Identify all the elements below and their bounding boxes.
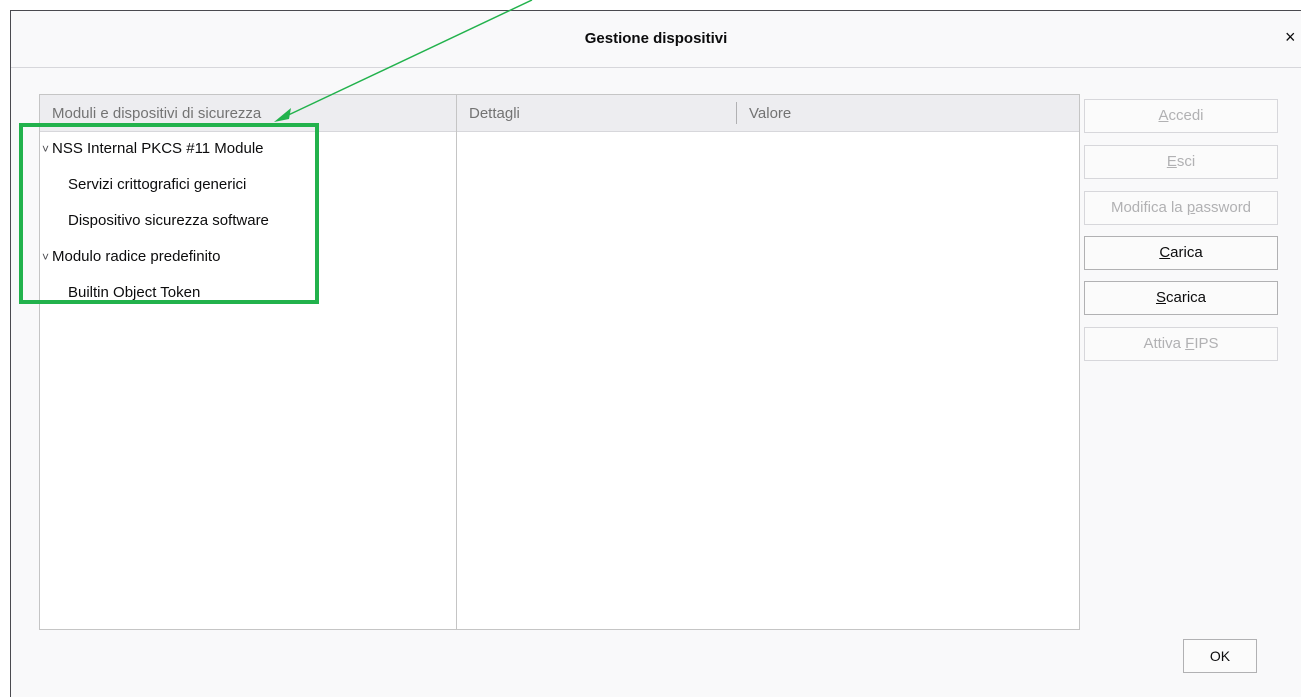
value-header-label: Valore (749, 105, 792, 122)
tree-item-builtin-object-token[interactable]: Builtin Object Token (40, 275, 456, 311)
login-button[interactable]: Accedi (1084, 99, 1278, 133)
dialog-titlebar: Gestione dispositivi × (11, 11, 1301, 68)
details-panel[interactable]: Dettagli Valore (456, 94, 1080, 630)
device-manager-dialog: Gestione dispositivi × Moduli e disposit… (10, 10, 1301, 697)
enable-fips-button[interactable]: Attiva FIPS (1084, 327, 1278, 361)
logout-button[interactable]: Esci (1084, 145, 1278, 179)
modules-tree: ˅ NSS Internal PKCS #11 Module Servizi cr… (40, 131, 456, 311)
modules-header-label: Moduli e dispositivi di sicurezza (52, 105, 262, 122)
details-column-header[interactable]: Dettagli Valore (457, 95, 1079, 132)
tree-item-label: Servizi crittografici generici (68, 176, 247, 193)
tree-item-label: Dispositivo sicurezza software (68, 212, 269, 229)
load-button[interactable]: Carica (1084, 236, 1278, 270)
modules-column-header[interactable]: Moduli e dispositivi di sicurezza (40, 95, 456, 132)
change-password-button[interactable]: Modifica la password (1084, 191, 1278, 225)
chevron-down-icon[interactable]: ˅ (42, 131, 52, 167)
unload-button[interactable]: Scarica (1084, 281, 1278, 315)
modules-tree-panel[interactable]: Moduli e dispositivi di sicurezza ˅ NSS I… (39, 94, 457, 630)
tree-item-builtin-roots-module[interactable]: ˅ Modulo radice predefinito (40, 239, 456, 275)
details-header-label: Dettagli (469, 105, 520, 122)
dialog-title: Gestione dispositivi (584, 30, 728, 47)
column-separator[interactable] (736, 102, 737, 124)
ok-button[interactable]: OK (1183, 639, 1257, 673)
tree-item-label: Modulo radice predefinito (52, 248, 221, 265)
close-icon[interactable]: × (1285, 25, 1301, 49)
tree-item-software-security-device[interactable]: Dispositivo sicurezza software (40, 203, 456, 239)
tree-item-generic-crypto[interactable]: Servizi crittografici generici (40, 167, 456, 203)
chevron-down-icon[interactable]: ˅ (42, 239, 52, 275)
tree-item-label: NSS Internal PKCS #11 Module (52, 140, 264, 157)
tree-item-nss-module[interactable]: ˅ NSS Internal PKCS #11 Module (40, 131, 456, 167)
tree-item-label: Builtin Object Token (68, 284, 201, 301)
